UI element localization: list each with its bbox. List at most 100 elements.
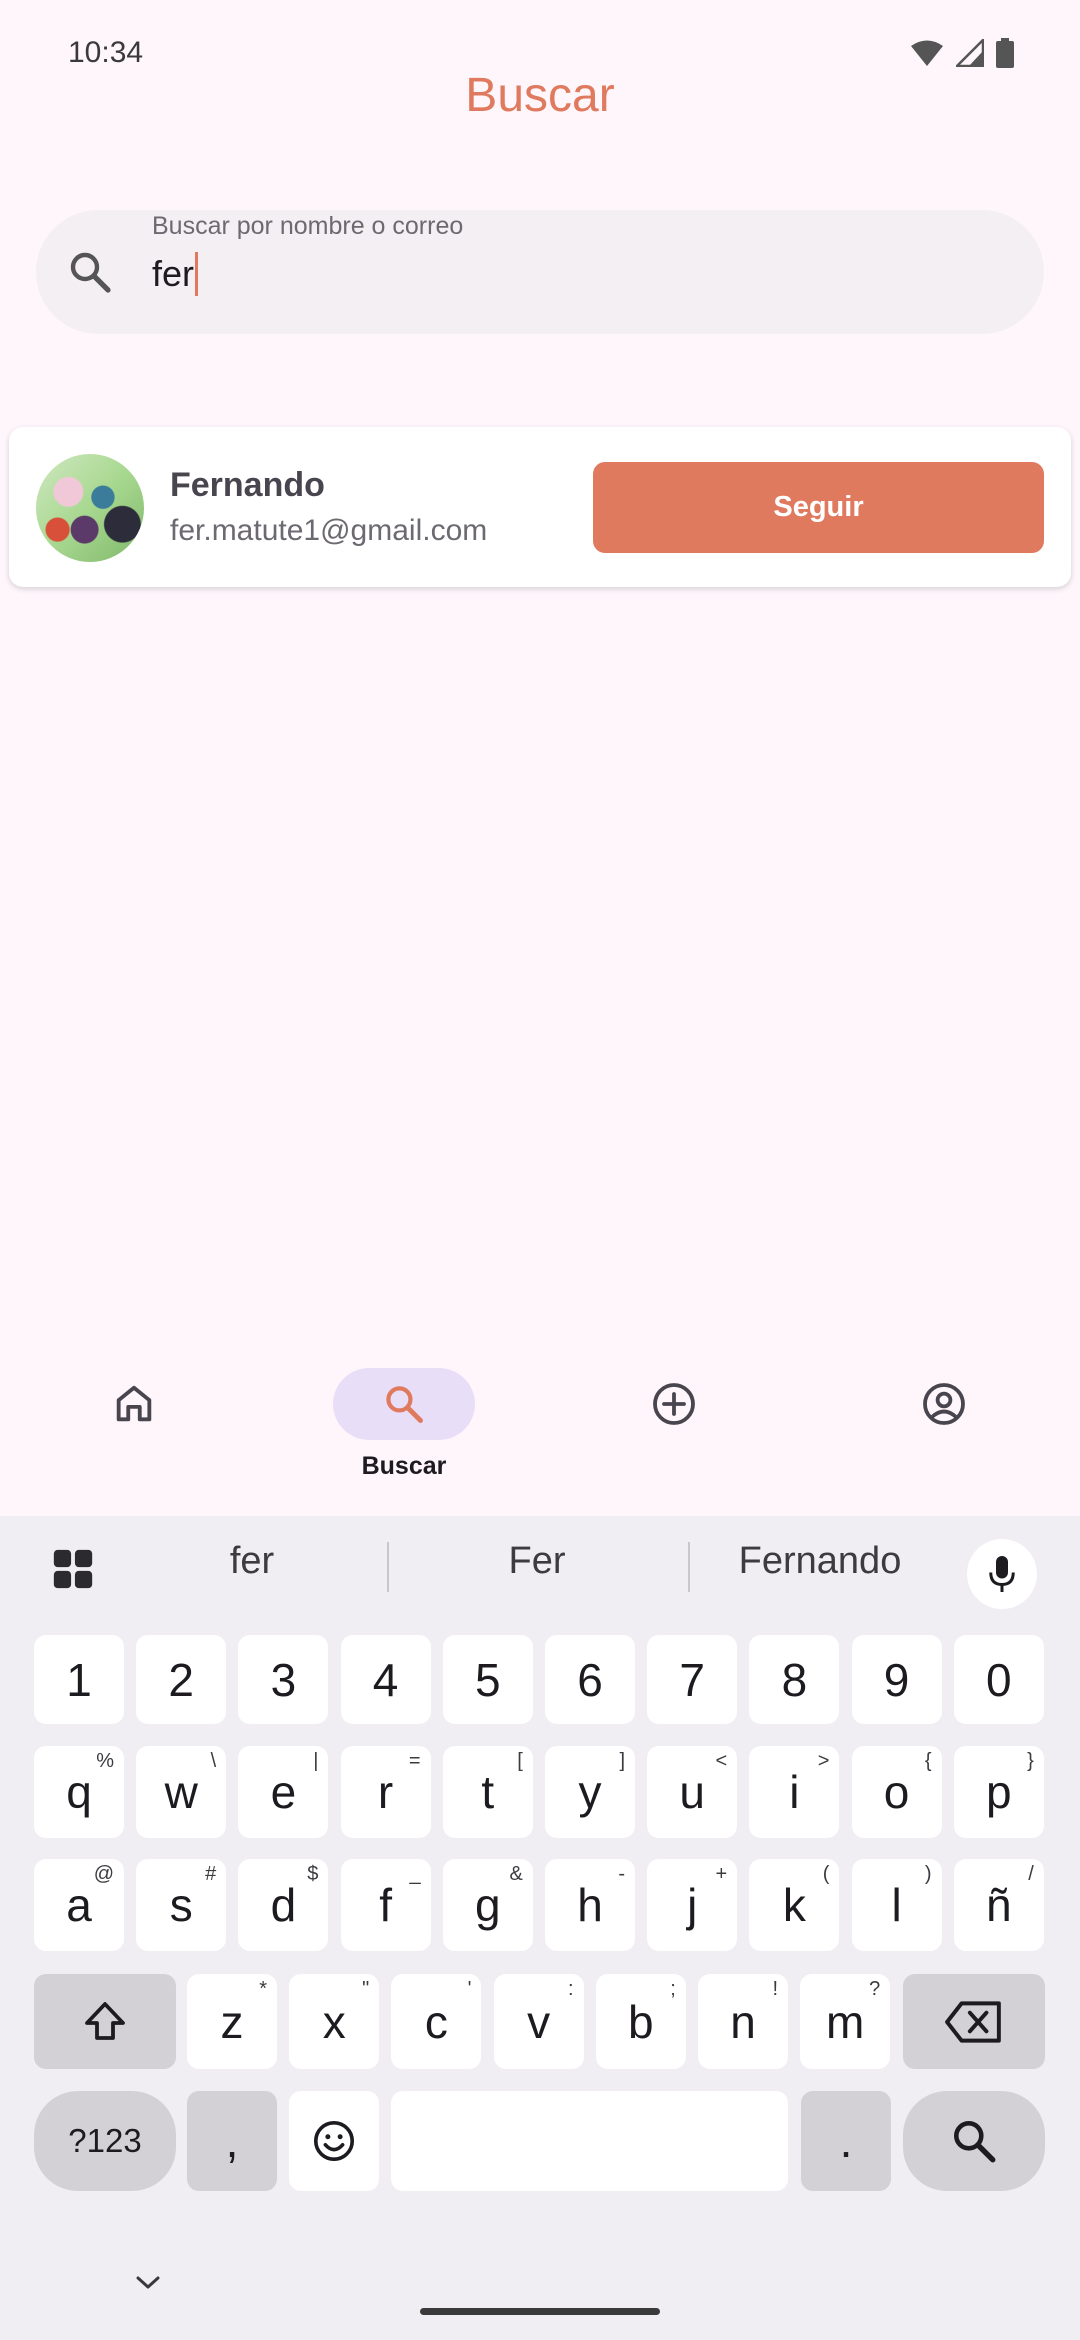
nav-item-search[interactable]: Buscar [304, 1368, 504, 1508]
space-key[interactable] [391, 2091, 788, 2191]
key-label: n [730, 1995, 756, 2048]
period-key[interactable]: . [801, 2091, 891, 2191]
backspace-key[interactable] [903, 1974, 1045, 2069]
key-5[interactable]: 5 [442, 1635, 533, 1724]
key-8[interactable]: 8 [749, 1635, 840, 1724]
key-4[interactable]: 4 [340, 1635, 431, 1724]
nav-item-home[interactable] [34, 1368, 234, 1508]
search-input[interactable]: fer [152, 252, 199, 296]
key-q[interactable]: q% [34, 1746, 124, 1838]
key-i[interactable]: i > [749, 1746, 840, 1838]
user-name: Fernando [170, 466, 325, 504]
emoji-key[interactable] [289, 2091, 379, 2191]
key-s[interactable]: s # [136, 1859, 227, 1951]
key-label: g [475, 1879, 501, 1931]
key-b[interactable]: b; [595, 1974, 686, 2069]
key-j[interactable]: j + [647, 1859, 738, 1951]
key-0[interactable]: 0 [953, 1635, 1044, 1724]
suggestion-divider [387, 1542, 389, 1592]
key-hint: { [924, 1750, 932, 1772]
key-label: s [169, 1879, 193, 1931]
key-n[interactable]: n! [698, 1974, 788, 2069]
comma-key[interactable]: , [187, 2091, 277, 2191]
search-action-key[interactable] [903, 2091, 1045, 2191]
key-hint: \ [210, 1750, 217, 1772]
key-label: p [986, 1766, 1012, 1818]
key-e[interactable]: e | [238, 1746, 329, 1838]
apps-grid-icon[interactable] [50, 1546, 96, 1592]
nav-item-profile[interactable] [844, 1368, 1044, 1508]
key-r[interactable]: r = [340, 1746, 431, 1838]
key-label: e [270, 1766, 297, 1818]
key-ñ[interactable]: ñ / [953, 1859, 1044, 1951]
key-7[interactable]: 7 [647, 1635, 738, 1724]
status-time: 10:34 [68, 36, 144, 69]
key-a[interactable]: a @ [34, 1859, 124, 1951]
key-hint: = [408, 1750, 421, 1772]
key-w[interactable]: w \ [136, 1746, 227, 1838]
key-label: z [220, 1995, 244, 2048]
key-label: l [891, 1879, 902, 1931]
key-1[interactable]: 1 [34, 1635, 124, 1724]
key-label: t [481, 1766, 495, 1818]
voice-input-button[interactable] [967, 1539, 1037, 1609]
key-k[interactable]: k( [749, 1859, 840, 1951]
key-2[interactable]: 2 [136, 1635, 227, 1724]
key-y[interactable]: y] [545, 1746, 635, 1838]
key-z[interactable]: z * [187, 1974, 277, 2069]
shift-key[interactable] [34, 1974, 176, 2069]
key-v[interactable]: v: [493, 1974, 584, 2069]
key-label: 2 [168, 1653, 194, 1706]
key-x[interactable]: x " [289, 1974, 380, 2069]
key-hint: @ [93, 1863, 114, 1885]
key-hint: # [205, 1863, 217, 1885]
key-hint: ; [670, 1978, 676, 2000]
key-3[interactable]: 3 [238, 1635, 329, 1724]
key-f[interactable]: f _ [340, 1859, 431, 1951]
key-hint: ] [619, 1750, 625, 1772]
key-label: 8 [781, 1653, 808, 1706]
add-circle-icon [653, 1383, 695, 1425]
key-m[interactable]: m? [800, 1974, 891, 2069]
key-hint: : [568, 1978, 574, 2000]
symbols-key[interactable]: ?123 [34, 2091, 176, 2191]
key-label: b [628, 1995, 654, 2048]
search-icon [386, 1386, 423, 1423]
nav-item-add[interactable] [574, 1368, 774, 1508]
key-hint: _ [409, 1863, 421, 1885]
key-9[interactable]: 9 [851, 1635, 942, 1724]
key-p[interactable]: p} [953, 1746, 1044, 1838]
suggestion-3[interactable]: Fernando [710, 1540, 930, 1583]
avatar [36, 454, 144, 562]
key-hint: " [362, 1978, 370, 2000]
key-label: m [826, 1995, 865, 2048]
page-title: Buscar [465, 69, 615, 122]
key-label: 4 [372, 1653, 399, 1706]
suggestion-1[interactable]: fer [150, 1540, 354, 1583]
key-hint: < [715, 1750, 728, 1772]
key-t[interactable]: t[ [442, 1746, 533, 1838]
key-label: d [270, 1879, 297, 1931]
key-g[interactable]: g & [442, 1859, 533, 1951]
key-label: a [66, 1879, 92, 1931]
suggestion-2[interactable]: Fer [420, 1540, 654, 1583]
key-hint: | [313, 1750, 319, 1772]
key-l[interactable]: l) [851, 1859, 942, 1951]
text-caret [195, 252, 199, 296]
key-hint: } [1027, 1750, 1034, 1772]
nav-pill-profile [873, 1368, 1015, 1440]
follow-button[interactable]: Seguir [593, 462, 1044, 553]
key-o[interactable]: o{ [851, 1746, 942, 1838]
key-u[interactable]: u < [647, 1746, 738, 1838]
key-hint: ? [869, 1978, 881, 2000]
search-field-label: Buscar por nombre o correo [152, 212, 464, 240]
key-6[interactable]: 6 [545, 1635, 635, 1724]
nav-pill-add [603, 1368, 745, 1440]
collapse-keyboard-icon[interactable] [130, 2270, 166, 2294]
key-c[interactable]: c ' [391, 1974, 482, 2069]
key-h[interactable]: h- [545, 1859, 635, 1951]
gesture-home-bar[interactable] [420, 2308, 660, 2315]
key-d[interactable]: d $ [238, 1859, 329, 1951]
account-circle-icon [923, 1383, 965, 1425]
microphone-icon [989, 1556, 1015, 1592]
